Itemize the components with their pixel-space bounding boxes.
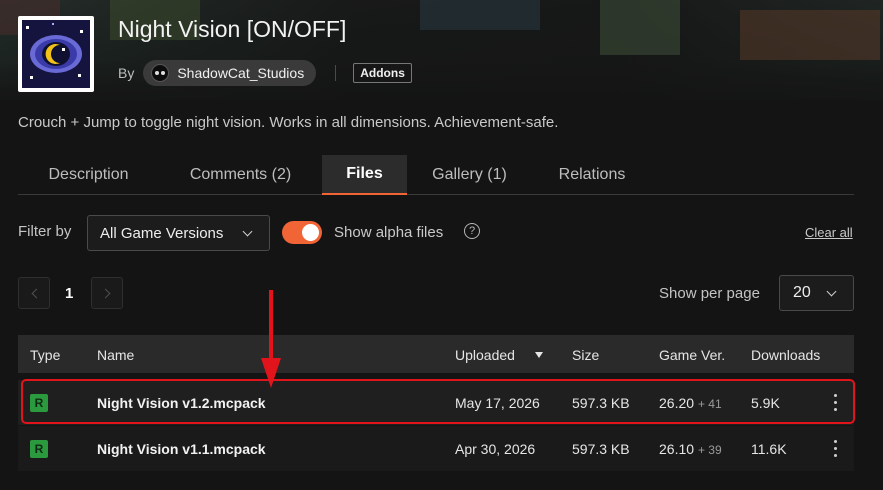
chevron-right-icon — [100, 288, 111, 299]
table-row[interactable]: R Night Vision v1.1.mcpack Apr 30, 2026 … — [18, 426, 854, 471]
tab-description[interactable]: Description — [18, 155, 159, 194]
column-game-version: Game Ver. — [659, 347, 726, 363]
per-page-select[interactable]: 20 — [779, 275, 854, 311]
chevron-left-icon — [31, 288, 42, 299]
author-link[interactable]: ShadowCat_Studios — [143, 60, 317, 86]
by-label: By — [118, 65, 135, 81]
tab-gallery[interactable]: Gallery (1) — [407, 155, 532, 194]
kebab-menu-icon[interactable] — [834, 394, 838, 412]
filter-by-label: Filter by — [18, 223, 72, 240]
current-page-number[interactable]: 1 — [65, 285, 73, 302]
file-size: 597.3 KB — [572, 395, 630, 411]
file-name[interactable]: Night Vision v1.2.mcpack — [97, 395, 266, 411]
game-version-value: All Game Versions — [100, 224, 224, 242]
night-vision-logo-icon — [22, 20, 90, 88]
game-version-primary: 26.10 — [659, 441, 695, 457]
per-page-value: 20 — [793, 284, 811, 301]
download-count: 11.6K — [751, 441, 787, 457]
toggle-knob — [302, 224, 319, 241]
byline: By ShadowCat_Studios Addons — [118, 60, 412, 86]
next-page-button[interactable] — [91, 277, 123, 309]
game-version: 26.10 + 39 — [659, 441, 722, 457]
question-circle-icon[interactable]: ? — [464, 223, 480, 239]
author-name: ShadowCat_Studios — [177, 65, 305, 81]
column-downloads: Downloads — [751, 347, 821, 363]
project-logo — [18, 16, 94, 92]
files-table-header: Type Name Uploaded Size Game Ver. Downlo… — [18, 335, 854, 373]
sort-desc-icon[interactable] — [535, 352, 543, 358]
alpha-files-label: Show alpha files — [334, 224, 444, 241]
byline-divider — [335, 65, 337, 81]
category-tag[interactable]: Addons — [353, 63, 412, 83]
kebab-menu-icon[interactable] — [834, 440, 838, 458]
tab-files[interactable]: Files — [322, 155, 407, 195]
game-version: 26.20 + 41 — [659, 395, 722, 411]
show-per-page-label: Show per page — [659, 285, 760, 302]
game-version-primary: 26.20 — [659, 395, 695, 411]
upload-date: May 17, 2026 — [455, 395, 540, 411]
column-name: Name — [97, 347, 135, 363]
clear-all-link[interactable]: Clear all — [805, 225, 853, 240]
project-summary: Crouch + Jump to toggle night vision. Wo… — [18, 114, 559, 131]
tab-relations[interactable]: Relations — [532, 155, 652, 194]
prev-page-button[interactable] — [18, 277, 50, 309]
download-count: 5.9K — [751, 395, 780, 411]
upload-date: Apr 30, 2026 — [455, 441, 536, 457]
author-avatar — [151, 64, 170, 82]
project-tabs: Description Comments (2) Files Gallery (… — [18, 155, 854, 195]
column-type: Type — [30, 347, 61, 363]
game-version-extra: + 39 — [697, 443, 722, 457]
column-uploaded[interactable]: Uploaded — [455, 347, 515, 363]
table-row[interactable]: R Night Vision v1.2.mcpack May 17, 2026 … — [18, 380, 854, 425]
annotation-arrow-shaft — [269, 290, 273, 368]
annotation-arrow-icon — [261, 358, 281, 388]
game-version-select[interactable]: All Game Versions — [87, 215, 270, 251]
alpha-files-toggle[interactable] — [282, 221, 322, 244]
release-type-badge: R — [30, 440, 48, 458]
release-type-badge: R — [30, 394, 48, 412]
file-name[interactable]: Night Vision v1.1.mcpack — [97, 441, 266, 457]
column-size: Size — [572, 347, 600, 363]
chevron-down-icon — [242, 226, 253, 237]
file-size: 597.3 KB — [572, 441, 630, 457]
chevron-down-icon — [826, 286, 837, 297]
game-version-extra: + 41 — [697, 397, 722, 411]
project-title: Night Vision [ON/OFF] — [118, 16, 347, 42]
tab-comments[interactable]: Comments (2) — [159, 155, 322, 194]
